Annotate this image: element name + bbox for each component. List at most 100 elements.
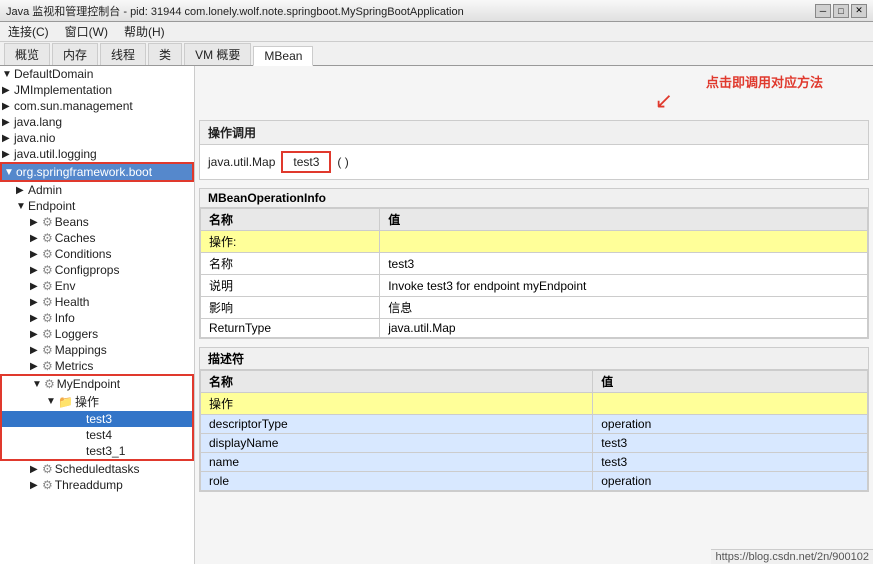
sidebar-item-javalogging[interactable]: ▶java.util.logging: [0, 146, 194, 162]
tab-threads[interactable]: 线程: [100, 43, 146, 65]
item-label: org.springframework.boot: [16, 165, 152, 179]
sidebar-item-defaultdomain[interactable]: ▼DefaultDomain: [0, 66, 194, 82]
expand-icon: ▶: [30, 217, 42, 228]
table-row: ReturnTypejava.util.Map: [201, 319, 868, 338]
expand-icon: ▶: [30, 249, 42, 260]
title-bar: Java 监视和管理控制台 - pid: 31944 com.lonely.wo…: [0, 0, 873, 22]
sidebar-item-threaddump[interactable]: ▶⚙Threaddump: [0, 477, 194, 493]
cell-name: 操作:: [201, 231, 380, 253]
cell-name: ReturnType: [201, 319, 380, 338]
operation-section: 操作调用 java.util.Map test3 ( ): [199, 120, 869, 180]
item-label: Env: [55, 279, 76, 293]
menu-connect[interactable]: 连接(C): [4, 22, 53, 41]
item-label: Beans: [55, 215, 89, 229]
operation-row: java.util.Map test3 ( ): [200, 145, 868, 179]
sidebar-item-loggers[interactable]: ▶⚙Loggers: [0, 326, 194, 342]
gear-icon: ⚙: [42, 247, 53, 261]
tab-classes[interactable]: 类: [148, 43, 182, 65]
expand-icon: ▶: [16, 185, 28, 196]
gear-icon: ⚙: [42, 359, 53, 373]
annotation-arrow: ↙: [655, 88, 673, 114]
sidebar-item-comsun[interactable]: ▶com.sun.management: [0, 98, 194, 114]
status-bar: https://blog.csdn.net/2n/900102: [711, 549, 873, 564]
sidebar-item-health[interactable]: ▶⚙Health: [0, 294, 194, 310]
sidebar-item-caozuo[interactable]: ▼📁操作: [2, 392, 192, 411]
cell-value: operation: [593, 415, 868, 434]
expand-icon: ▶: [30, 361, 42, 372]
sidebar-item-admin[interactable]: ▶Admin: [0, 182, 194, 198]
cell-name: 名称: [201, 253, 380, 275]
sidebar-item-javanio[interactable]: ▶java.nio: [0, 130, 194, 146]
mbean-info-title: MBeanOperationInfo: [200, 189, 868, 208]
gear-icon: ⚙: [42, 478, 53, 492]
menu-help[interactable]: 帮助(H): [120, 22, 169, 41]
item-label: Caches: [55, 231, 96, 245]
sidebar-item-scheduledtasks[interactable]: ▶⚙Scheduledtasks: [0, 461, 194, 477]
expand-icon: ▶: [2, 101, 14, 112]
item-label: Scheduledtasks: [55, 462, 140, 476]
sidebar: ▼DefaultDomain▶JMImplementation▶com.sun.…: [0, 66, 195, 564]
item-label: java.util.logging: [14, 147, 97, 161]
collapse-icon: ▼: [32, 379, 44, 390]
sidebar-item-javalang[interactable]: ▶java.lang: [0, 114, 194, 130]
sidebar-item-myendpoint[interactable]: ▼⚙MyEndpoint: [2, 376, 192, 392]
expand-icon: ▶: [2, 85, 14, 96]
sidebar-item-test3_1[interactable]: test3_1: [2, 443, 192, 459]
item-label: Endpoint: [28, 199, 75, 213]
sidebar-item-info[interactable]: ▶⚙Info: [0, 310, 194, 326]
expand-icon: ▶: [2, 117, 14, 128]
sidebar-item-test4[interactable]: test4: [2, 427, 192, 443]
expand-icon: ▶: [30, 281, 42, 292]
tab-mbean[interactable]: MBean: [253, 46, 313, 66]
expand-icon: ▶: [2, 133, 14, 144]
cell-name: name: [201, 453, 593, 472]
sidebar-item-beans[interactable]: ▶⚙Beans: [0, 214, 194, 230]
tab-vm-summary[interactable]: VM 概要: [184, 43, 251, 65]
sidebar-item-jmimpl[interactable]: ▶JMImplementation: [0, 82, 194, 98]
menu-window[interactable]: 窗口(W): [61, 22, 112, 41]
desc-col-name: 名称: [201, 371, 593, 393]
cell-value: test3: [593, 453, 868, 472]
tab-memory[interactable]: 内存: [52, 43, 98, 65]
item-label: test3_1: [86, 444, 125, 458]
cell-name: descriptorType: [201, 415, 593, 434]
sidebar-item-caches[interactable]: ▶⚙Caches: [0, 230, 194, 246]
tab-bar: 概览 内存 线程 类 VM 概要 MBean: [0, 42, 873, 66]
item-label: MyEndpoint: [57, 377, 120, 391]
table-row: displayNametest3: [201, 434, 868, 453]
sidebar-item-test3[interactable]: test3: [2, 411, 192, 427]
cell-name: displayName: [201, 434, 593, 453]
sidebar-item-metrics[interactable]: ▶⚙Metrics: [0, 358, 194, 374]
cell-value: test3: [593, 434, 868, 453]
sidebar-item-endpoint[interactable]: ▼Endpoint: [0, 198, 194, 214]
sidebar-item-configprops[interactable]: ▶⚙Configprops: [0, 262, 194, 278]
descriptor-title: 描述符: [200, 348, 868, 370]
item-label: Configprops: [55, 263, 120, 277]
sidebar-item-env[interactable]: ▶⚙Env: [0, 278, 194, 294]
maximize-button[interactable]: □: [833, 4, 849, 18]
tab-overview[interactable]: 概览: [4, 43, 50, 65]
cell-value: Invoke test3 for endpoint myEndpoint: [380, 275, 868, 297]
expand-icon: ▶: [30, 313, 42, 324]
collapse-icon: ▼: [16, 201, 28, 212]
item-label: java.nio: [14, 131, 55, 145]
gear-icon: ⚙: [42, 295, 53, 309]
cell-name: 说明: [201, 275, 380, 297]
sidebar-item-springframework[interactable]: ▼org.springframework.boot: [0, 162, 194, 182]
desc-col-value: 值: [593, 371, 868, 393]
mbean-info-section: MBeanOperationInfo 名称 值 操作:名称test3说明Invo…: [199, 188, 869, 339]
table-row: 操作:: [201, 231, 868, 253]
java-type-label: java.util.Map: [208, 155, 275, 169]
sidebar-item-conditions[interactable]: ▶⚙Conditions: [0, 246, 194, 262]
close-button[interactable]: ✕: [851, 4, 867, 18]
invoke-method-button[interactable]: test3: [281, 151, 331, 173]
cell-name: role: [201, 472, 593, 491]
minimize-button[interactable]: ─: [815, 4, 831, 18]
table-row: descriptorTypeoperation: [201, 415, 868, 434]
method-params: ( ): [337, 155, 348, 169]
sidebar-item-mappings[interactable]: ▶⚙Mappings: [0, 342, 194, 358]
item-label: JMImplementation: [14, 83, 112, 97]
expand-icon: ▶: [2, 149, 14, 160]
gear-icon: ⚙: [42, 462, 53, 476]
table-row: roleoperation: [201, 472, 868, 491]
